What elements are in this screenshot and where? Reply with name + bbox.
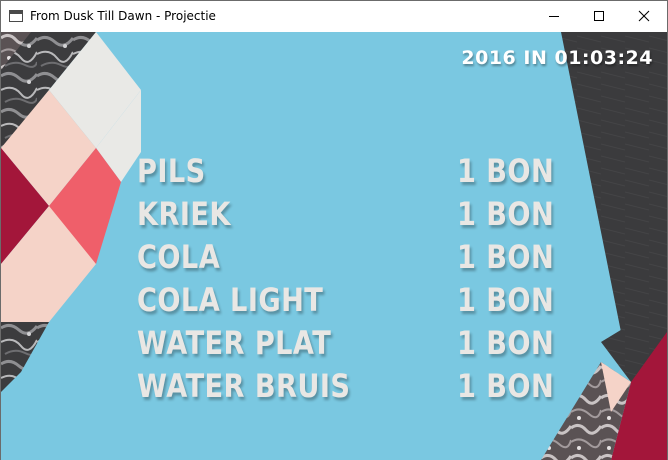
item-price: 1 BON	[457, 324, 555, 362]
list-item: KRIEK 1 BON	[137, 193, 567, 236]
window-title: From Dusk Till Dawn - Projectie	[30, 9, 216, 23]
list-item: PILS 1 BON	[137, 150, 567, 193]
projection-screen: 2016 IN 01:03:24 PILS 1 BON KRIEK 1 BON …	[1, 32, 667, 460]
list-item: COLA 1 BON	[137, 236, 567, 279]
item-price: 1 BON	[457, 367, 555, 405]
item-price: 1 BON	[457, 152, 555, 190]
item-name: COLA	[137, 238, 221, 276]
maximize-button[interactable]	[576, 1, 621, 31]
item-name: WATER PLAT	[137, 324, 332, 362]
item-price: 1 BON	[457, 195, 555, 233]
list-item: WATER BRUIS 1 BON	[137, 365, 567, 408]
price-list: PILS 1 BON KRIEK 1 BON COLA 1 BON COLA L…	[137, 150, 567, 408]
item-name: KRIEK	[137, 195, 231, 233]
item-price: 1 BON	[457, 281, 555, 319]
window-icon	[9, 10, 23, 22]
item-name: PILS	[137, 152, 206, 190]
app-window: From Dusk Till Dawn - Projectie 2016 IN …	[0, 0, 668, 460]
close-button[interactable]	[621, 1, 666, 31]
maximize-icon	[593, 11, 604, 21]
close-icon	[638, 10, 649, 22]
title-bar[interactable]: From Dusk Till Dawn - Projectie	[1, 1, 667, 32]
minimize-icon	[548, 16, 559, 17]
list-item: WATER PLAT 1 BON	[137, 322, 567, 365]
item-name: WATER BRUIS	[137, 367, 351, 405]
item-name: COLA LIGHT	[137, 281, 324, 319]
clock-display: 2016 IN 01:03:24	[461, 47, 653, 69]
minimize-button[interactable]	[531, 1, 576, 31]
item-price: 1 BON	[457, 238, 555, 276]
list-item: COLA LIGHT 1 BON	[137, 279, 567, 322]
